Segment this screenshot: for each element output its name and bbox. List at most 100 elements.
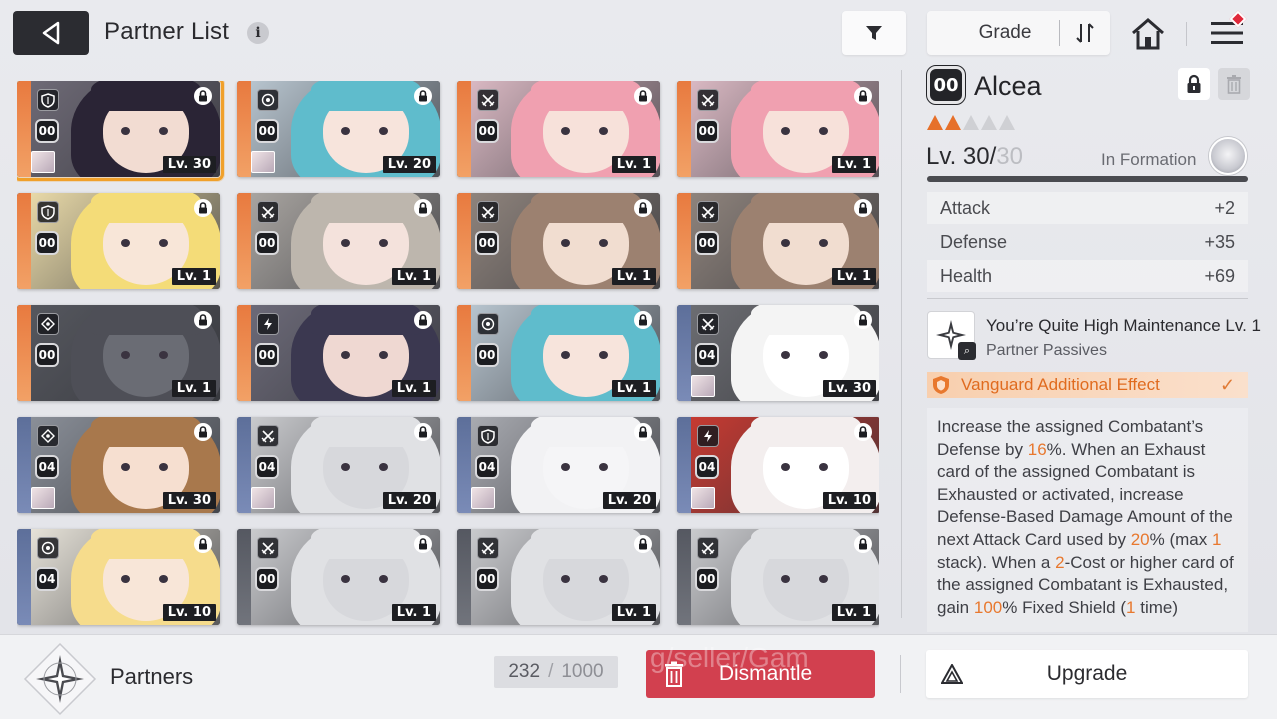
star-empty-icon	[999, 115, 1015, 130]
swords-icon	[257, 537, 279, 559]
rarity-strip	[237, 529, 251, 625]
lock-icon	[414, 199, 432, 217]
grade-tag: 00	[35, 343, 59, 367]
partner-level: Lv. 30/30	[926, 143, 1023, 171]
trash-button[interactable]	[1218, 68, 1250, 100]
swords-icon	[697, 537, 719, 559]
level-badge: Lv. 1	[831, 156, 876, 173]
level-badge: Lv. 30	[162, 156, 216, 173]
shield-icon	[37, 201, 59, 223]
grade-tag: 00	[35, 119, 59, 143]
partner-card[interactable]: 04 Lv. 30	[17, 417, 220, 513]
rarity-strip	[237, 305, 251, 401]
stat-label: Defense	[940, 231, 1008, 252]
check-icon: ✓	[1220, 374, 1236, 395]
crosshair-icon	[37, 425, 59, 447]
swords-icon	[697, 89, 719, 111]
lock-icon	[194, 311, 212, 329]
partner-card[interactable]: 04 Lv. 20	[237, 417, 440, 513]
passive-description: Increase the assigned Combatant’s Defens…	[927, 408, 1248, 632]
lock-icon	[634, 423, 652, 441]
lock-icon	[854, 311, 872, 329]
swords-icon	[257, 201, 279, 223]
grade-tag: 00	[695, 567, 719, 591]
grade-tag: 04	[475, 455, 499, 479]
upgrade-button[interactable]: Upgrade	[926, 650, 1248, 698]
description-highlight: 16	[1027, 439, 1047, 459]
back-button[interactable]	[13, 11, 89, 55]
partner-card[interactable]: 00 Lv. 1	[457, 305, 660, 401]
grade-tag: 04	[35, 455, 59, 479]
partner-card[interactable]: 00 Lv. 1	[17, 305, 220, 401]
partner-grid: 00 Lv. 30 00 Lv. 20 00 Lv. 1 00 Lv. 1 00 Lv. 1 00 L…	[17, 81, 879, 631]
partner-card[interactable]: 04 Lv. 30	[677, 305, 879, 401]
rarity-strip	[17, 193, 31, 289]
partner-card[interactable]: 00 Lv. 1	[677, 529, 879, 625]
assigned-combatant-avatar	[691, 487, 715, 509]
partner-card[interactable]: 00 Lv. 20	[237, 81, 440, 177]
lock-icon	[634, 311, 652, 329]
partner-card[interactable]: 00 Lv. 1	[677, 193, 879, 289]
menu-button[interactable]	[1204, 10, 1250, 54]
level-badge: Lv. 20	[382, 156, 436, 173]
lock-icon	[634, 199, 652, 217]
level-badge: Lv. 1	[171, 380, 216, 397]
magnify-icon: ⌕	[958, 342, 976, 360]
rarity-strip	[237, 81, 251, 177]
description-highlight: 2	[1055, 552, 1065, 572]
bottom-separator	[900, 655, 901, 693]
partner-card[interactable]: 00 Lv. 1	[457, 81, 660, 177]
rarity-stars	[927, 115, 1015, 130]
assigned-combatant-avatar	[251, 487, 275, 509]
swords-icon	[697, 201, 719, 223]
partner-card[interactable]: 00 Lv. 1	[457, 529, 660, 625]
lock-button[interactable]	[1178, 68, 1210, 100]
level-badge: Lv. 10	[822, 492, 876, 509]
vanguard-effect-tab[interactable]: Vanguard Additional Effect ✓	[927, 372, 1248, 398]
rarity-strip	[677, 417, 691, 513]
back-arrow-icon	[42, 21, 60, 45]
info-icon[interactable]: i	[247, 22, 269, 44]
filter-icon	[866, 26, 882, 40]
stat-row-attack: Attack +2	[927, 192, 1248, 224]
dismantle-label: Dismantle	[718, 662, 813, 685]
upgrade-label: Upgrade	[1046, 662, 1128, 685]
partner-card[interactable]: 00 Lv. 1	[237, 529, 440, 625]
home-button[interactable]	[1127, 14, 1169, 54]
swords-icon	[697, 313, 719, 335]
star-filled-icon	[927, 115, 943, 130]
rarity-strip	[677, 529, 691, 625]
rarity-strip	[237, 417, 251, 513]
partner-card[interactable]: 00 Lv. 1	[457, 193, 660, 289]
formation-avatar[interactable]	[1209, 137, 1247, 175]
grade-tag: 00	[475, 231, 499, 255]
lock-icon	[194, 87, 212, 105]
sort-order-icon[interactable]	[1060, 22, 1110, 44]
partner-card[interactable]: 04 Lv. 20	[457, 417, 660, 513]
lightning-icon	[697, 425, 719, 447]
assigned-combatant-avatar	[31, 487, 55, 509]
rarity-strip	[457, 81, 471, 177]
partner-card[interactable]: 04 Lv. 10	[677, 417, 879, 513]
passive-skill-icon[interactable]: ⌕	[927, 311, 976, 360]
assigned-combatant-avatar	[251, 151, 275, 173]
sort-dropdown[interactable]: Grade	[927, 11, 1110, 55]
partner-card[interactable]: 00 Lv. 1	[17, 193, 220, 289]
level-max: 30	[996, 143, 1023, 170]
partner-name: Alcea	[974, 71, 1042, 101]
detail-grade-badge: 00	[926, 65, 966, 105]
filter-button[interactable]	[842, 11, 906, 55]
partner-card[interactable]: 04 Lv. 10	[17, 529, 220, 625]
lock-icon	[854, 87, 872, 105]
stat-label: Attack	[940, 197, 991, 218]
panel-divider	[901, 70, 902, 618]
partner-card[interactable]: 00 Lv. 30	[17, 81, 224, 181]
rarity-strip	[17, 417, 31, 513]
partner-card[interactable]: 00 Lv. 1	[677, 81, 879, 177]
level-badge: Lv. 1	[831, 604, 876, 621]
partner-card[interactable]: 00 Lv. 1	[237, 193, 440, 289]
partner-card[interactable]: 00 Lv. 1	[237, 305, 440, 401]
dismantle-button[interactable]: Dismantle	[646, 650, 875, 698]
description-text: % Fixed Shield (	[1002, 597, 1127, 617]
star-filled-icon	[945, 115, 961, 130]
